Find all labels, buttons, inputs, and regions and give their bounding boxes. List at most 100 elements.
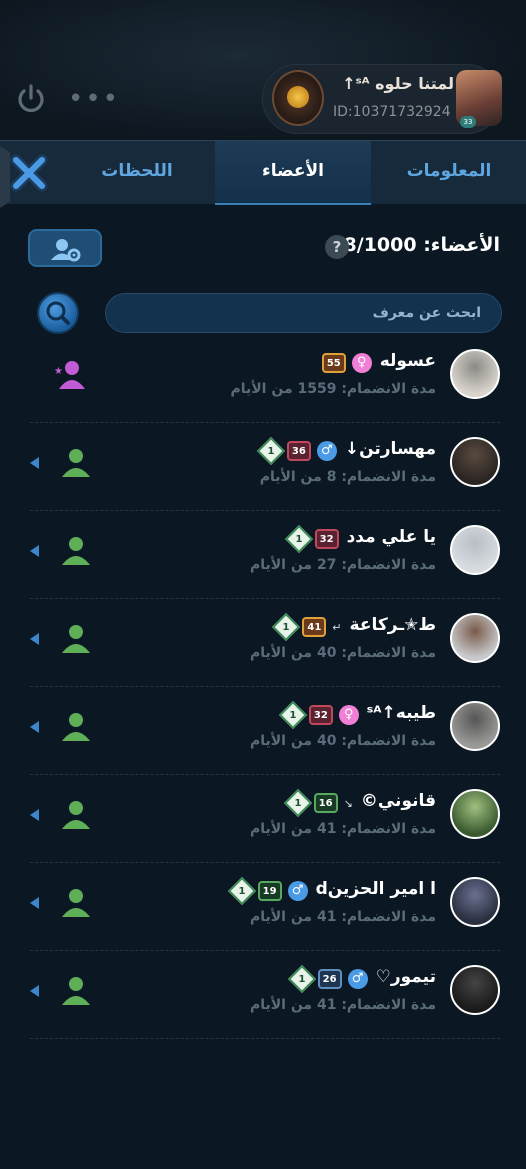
level-badge: 32 — [314, 529, 339, 549]
tab-info[interactable]: المعلومات — [372, 141, 526, 205]
member-join-duration: مدة الانضمام: 40 من الأيام — [249, 733, 436, 749]
member-name: عسوله — [379, 351, 436, 371]
members-count: الأعضاء: 8/1000 — [343, 234, 500, 256]
diamond-badge-value: 1 — [267, 445, 275, 457]
search-button[interactable] — [37, 292, 79, 334]
member-row[interactable]: عسوله مدة الانضمام: 1559 من الأيام ♀ 55 ★ — [30, 335, 500, 423]
tab-members[interactable]: الأعضاء — [215, 141, 371, 205]
member-row[interactable]: طيبه↑ˢᴬ مدة الانضمام: 40 من الأيام ♀ 32 1 — [30, 687, 500, 775]
diamond-badge-value: 1 — [294, 797, 302, 809]
diamond-badge-icon: 1 — [283, 788, 312, 818]
triangle-left-icon[interactable] — [30, 721, 39, 733]
diamond-badge-icon: 1 — [287, 964, 316, 994]
diamond-badge-icon: 1 — [256, 436, 286, 466]
triangle-left-icon[interactable] — [30, 457, 39, 469]
member-badges: ♂ 26 1 — [287, 964, 368, 994]
triangle-left-icon[interactable] — [30, 545, 39, 557]
member-badges: ↘ 16 1 — [283, 788, 353, 818]
level-badge: 41 — [302, 617, 327, 637]
tab-moments[interactable]: اللحظات — [60, 141, 214, 205]
member-name: قانوني© — [360, 791, 436, 811]
diamond-badge-icon: 1 — [284, 524, 313, 554]
member-name: طيبه↑ˢᴬ — [366, 703, 436, 723]
diamond-badge-value: 1 — [298, 973, 306, 985]
diamond-badge-icon: 1 — [227, 876, 256, 906]
avatar[interactable] — [450, 789, 500, 839]
member-name: ط✭ـركاعة — [349, 615, 436, 635]
member-name: تيمور♡ — [375, 967, 436, 987]
room-name: لمتنا حلوه ˢᴬ↑ — [342, 74, 454, 93]
avatar[interactable] — [450, 349, 500, 399]
diamond-badge-icon: 1 — [272, 612, 301, 642]
person-icon — [62, 713, 90, 741]
member-row[interactable]: مهسارتن↓ مدة الانضمام: 8 من الأيام ♂ 36 1 — [30, 423, 500, 511]
power-icon[interactable] — [14, 82, 48, 116]
member-name: مهسارتن↓ — [344, 439, 436, 459]
more-icon[interactable]: ••• — [68, 86, 118, 112]
tab-bar: المعلومات الأعضاء اللحظات — [0, 140, 526, 205]
triangle-left-icon[interactable] — [30, 633, 39, 645]
female-icon: ♀ — [351, 353, 372, 373]
member-badges: 32 1 — [284, 524, 339, 554]
person-icon — [62, 537, 90, 565]
member-join-duration: مدة الانضمام: 40 من الأيام — [249, 645, 436, 661]
member-row[interactable]: ط✭ـركاعة مدة الانضمام: 40 من الأيام ↵ 41 1 — [30, 599, 500, 687]
person-icon — [62, 889, 90, 917]
level-badge: 26 — [317, 969, 342, 989]
member-join-duration: مدة الانضمام: 8 من الأيام — [259, 469, 436, 485]
room-badge-icon — [272, 70, 324, 126]
person-icon — [62, 977, 90, 1005]
member-row[interactable]: تيمور♡ مدة الانضمام: 41 من الأيام ♂ 26 1 — [30, 951, 500, 1039]
diamond-badge-value: 1 — [295, 533, 303, 545]
diamond-badge-value: 1 — [282, 621, 290, 633]
triangle-left-icon[interactable] — [30, 985, 39, 997]
member-badges: ↵ 41 1 — [272, 612, 342, 642]
triangle-left-icon[interactable] — [30, 897, 39, 909]
level-badge: 16 — [313, 793, 338, 813]
svg-text:★: ★ — [54, 366, 63, 377]
question-icon[interactable]: ? — [325, 235, 349, 259]
diamond-badge-value: 1 — [238, 885, 246, 897]
member-join-duration: مدة الانضمام: 41 من الأيام — [249, 821, 436, 837]
level-badge: 32 — [308, 705, 333, 725]
member-name: ا امير الحزينd — [315, 879, 436, 899]
status-mark: ↵ — [332, 620, 342, 634]
avatar[interactable] — [450, 613, 500, 663]
member-row[interactable]: ا امير الحزينd مدة الانضمام: 41 من الأيا… — [30, 863, 500, 951]
person-icon — [62, 449, 90, 477]
member-row[interactable]: قانوني© مدة الانضمام: 41 من الأيام ↘ 16 1 — [30, 775, 500, 863]
member-badges: ♂ 19 1 — [227, 876, 308, 906]
male-icon: ♂ — [316, 441, 337, 461]
search-icon — [46, 301, 70, 325]
member-join-duration: مدة الانضمام: 27 من الأيام — [249, 557, 436, 573]
avatar[interactable] — [450, 701, 500, 751]
member-join-duration: مدة الانضمام: 41 من الأيام — [249, 997, 436, 1013]
level-badge: 55 — [321, 353, 346, 373]
male-icon: ♂ — [287, 881, 308, 901]
person-icon — [62, 625, 90, 653]
member-join-duration: مدة الانضمام: 41 من الأيام — [249, 909, 436, 925]
add-member-icon[interactable]: ★ — [52, 357, 88, 393]
female-icon: ♀ — [338, 705, 359, 725]
room-level-tag: 33 — [460, 116, 476, 128]
person-icon — [62, 801, 90, 829]
avatar[interactable] — [450, 437, 500, 487]
room-id: ID:10371732924 — [333, 104, 451, 120]
level-badge: 19 — [257, 881, 282, 901]
avatar[interactable] — [450, 525, 500, 575]
search-input[interactable] — [105, 293, 502, 333]
member-name: يا علي مدد — [346, 527, 436, 547]
avatar[interactable] — [450, 877, 500, 927]
status-mark: ↘ — [343, 796, 353, 810]
member-settings-icon — [51, 239, 81, 262]
male-icon: ♂ — [347, 969, 368, 989]
member-badges: ♀ 55 — [321, 351, 372, 375]
level-badge: 36 — [286, 441, 311, 461]
triangle-left-icon[interactable] — [30, 809, 39, 821]
close-icon[interactable] — [4, 148, 54, 198]
member-badges: ♀ 32 1 — [278, 700, 359, 730]
member-settings-button[interactable] — [28, 229, 102, 267]
avatar[interactable] — [450, 965, 500, 1015]
member-row[interactable]: يا علي مدد مدة الانضمام: 27 من الأيام 32… — [30, 511, 500, 599]
diamond-badge-value: 1 — [289, 709, 297, 721]
